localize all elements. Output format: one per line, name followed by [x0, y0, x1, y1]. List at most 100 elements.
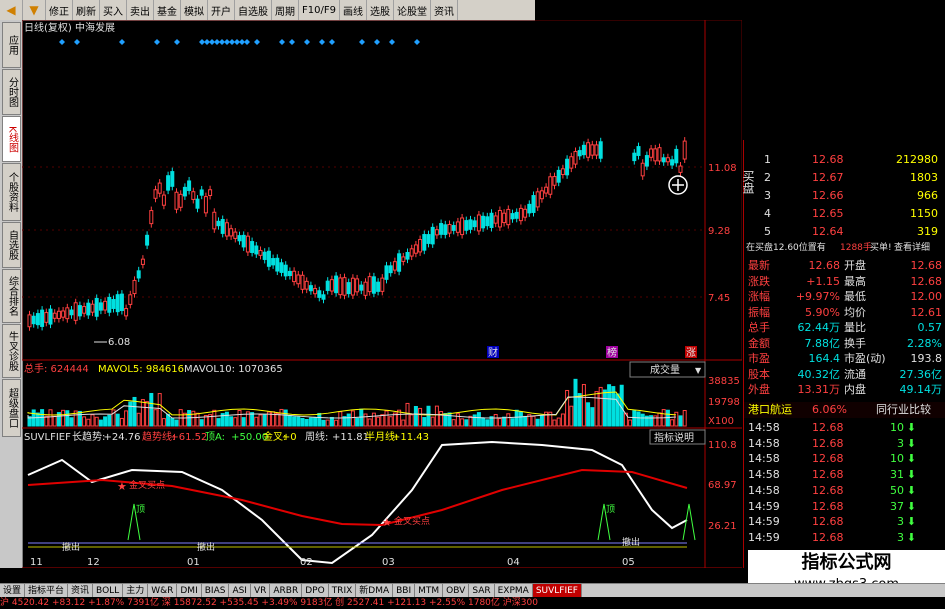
volume-bar: [191, 410, 196, 427]
toolbar-button-7[interactable]: 自选股: [235, 0, 272, 20]
indicator-tab-arbr[interactable]: ARBR: [270, 584, 303, 598]
sidebar-tab-7[interactable]: 超级盘口: [2, 379, 21, 437]
notice-link[interactable]: 查看详细: [894, 240, 930, 256]
indicator-tab-dpo[interactable]: DPO: [302, 584, 329, 598]
order-notice[interactable]: 在买盘12.60位置有 1288手 买单! 查看详细: [744, 240, 945, 256]
indicator-tab-bbi[interactable]: BBI: [393, 584, 416, 598]
volume-bar: [107, 414, 112, 427]
quote-label: 开盘: [844, 259, 866, 272]
event-marker[interactable]: 涨: [686, 347, 696, 359]
bid-row[interactable]: 3 12.66 966: [744, 188, 945, 204]
volume-bar: [472, 414, 477, 427]
exit-label: 撤出: [622, 536, 640, 548]
bid-index: 5: [764, 225, 771, 238]
bid-index: 1: [764, 153, 771, 166]
candle-body: [443, 224, 448, 235]
bid-row[interactable]: 1 12.68 212980: [744, 152, 945, 168]
indicator-tab-sar[interactable]: SAR: [469, 584, 495, 598]
candle-body: [56, 310, 61, 320]
toolbar-button-4[interactable]: 基金: [154, 0, 181, 20]
bid-row[interactable]: 4 12.65 1150: [744, 206, 945, 222]
indicator-tab-obv[interactable]: OBV: [443, 584, 470, 598]
indicator-tab-boll[interactable]: BOLL: [93, 584, 124, 598]
candle-body: [447, 223, 452, 234]
candle-body: [485, 216, 490, 227]
sidebar-tab-6[interactable]: 牛叉诊股: [2, 324, 21, 378]
candle-body: [329, 279, 334, 292]
toolbar-button-10[interactable]: 画线: [340, 0, 367, 20]
x-axis-label: 11: [30, 557, 43, 568]
indicator-tab-w&r[interactable]: W&R: [148, 584, 178, 598]
toolbar-button-1[interactable]: 刷新: [73, 0, 100, 20]
toolbar-button-3[interactable]: 卖出: [127, 0, 154, 20]
toolbar-button-12[interactable]: 论股堂: [394, 0, 431, 20]
volume-bar: [250, 412, 255, 427]
price-tick: 7.45: [708, 293, 730, 304]
indicator-tab-设置[interactable]: 设置: [0, 584, 26, 598]
indicator-value-4: +11.81: [332, 432, 369, 443]
indicator-tab-trix[interactable]: TRIX: [329, 584, 357, 598]
candle-body: [502, 212, 507, 224]
volume-bar: [514, 409, 519, 427]
toolbar-button-6[interactable]: 开户: [208, 0, 235, 20]
indicator-tab-主力[interactable]: 主力: [123, 584, 149, 598]
candle-body: [380, 277, 385, 292]
sidebar-tab-4[interactable]: 自选股: [2, 222, 21, 268]
bid-row[interactable]: 5 12.64 319: [744, 224, 945, 240]
chart-area[interactable]: 日线(复权) 中海发展 11.08 9.28 7.45 6.08 财 榜 涨总手: 62444…: [22, 20, 742, 568]
down-arrow-icon[interactable]: ▼: [23, 0, 46, 20]
volume-bar: [497, 418, 502, 427]
volume-bar: [649, 415, 654, 427]
bid-volume: 212980: [896, 153, 938, 166]
sector-compare-button[interactable]: 同行业比较: [876, 402, 931, 418]
toolbar-button-13[interactable]: 资讯: [431, 0, 458, 20]
signal-diamond: [374, 39, 380, 45]
volume-bar: [590, 407, 595, 427]
indicator-tab-bias[interactable]: BIAS: [202, 584, 230, 598]
candle-body: [384, 265, 389, 280]
mavol10-label: MAVOL10: 1070365: [184, 364, 283, 375]
indicator-tab-资讯[interactable]: 资讯: [68, 584, 94, 598]
candle-body: [271, 258, 276, 266]
bid-price: 12.68: [812, 153, 844, 166]
indicator-label-4: 周线:: [305, 430, 328, 443]
toolbar-button-2[interactable]: 买入: [100, 0, 127, 20]
indicator-tab-新dma[interactable]: 新DMA: [356, 584, 394, 598]
toolbar-button-0[interactable]: 修正: [46, 0, 73, 20]
back-arrow-icon[interactable]: ◀: [0, 0, 23, 20]
volume-bar: [447, 412, 452, 427]
sidebar-tab-5[interactable]: 综合排名: [2, 269, 21, 323]
toolbar-button-9[interactable]: F10/F9: [299, 0, 340, 20]
candle-body: [531, 195, 536, 213]
event-marker[interactable]: 榜: [607, 346, 617, 359]
toolbar-button-8[interactable]: 周期: [272, 0, 299, 20]
sidebar-tab-1[interactable]: 分时图: [2, 69, 21, 115]
indicator-tab-指标平台[interactable]: 指标平台: [25, 584, 69, 598]
candle-body: [103, 300, 108, 311]
bid-row[interactable]: 2 12.67 1803: [744, 170, 945, 186]
event-marker[interactable]: 财: [488, 346, 498, 359]
sidebar-tab-3[interactable]: 个股资料: [2, 163, 21, 221]
indicator-tab-mtm[interactable]: MTM: [415, 584, 444, 598]
volume-bar: [216, 418, 221, 427]
volume-bar: [149, 392, 154, 427]
indicator-tab-vr[interactable]: VR: [251, 584, 271, 598]
indicator-tick: 26.21: [708, 521, 737, 532]
volume-bar: [485, 419, 490, 427]
indicator-tab-asi[interactable]: ASI: [229, 584, 251, 598]
sidebar-tab-0[interactable]: 应用: [2, 22, 21, 68]
candle-body: [371, 276, 376, 294]
toolbar-button-11[interactable]: 选股: [367, 0, 394, 20]
candle-body: [237, 235, 242, 242]
candle-body: [640, 162, 645, 177]
toolbar-button-5[interactable]: 模拟: [181, 0, 208, 20]
candle-body: [136, 270, 141, 279]
sidebar-tab-2[interactable]: K线图: [2, 116, 21, 162]
volume-bar: [363, 413, 368, 427]
volume-bar: [140, 399, 145, 427]
indicator-tab-dmi[interactable]: DMI: [177, 584, 202, 598]
volume-bar: [552, 419, 557, 427]
indicator-tab-suvlfief[interactable]: SUVLFIEF: [532, 584, 582, 598]
volume-bar: [170, 417, 175, 427]
indicator-tab-expma[interactable]: EXPMA: [495, 584, 533, 598]
